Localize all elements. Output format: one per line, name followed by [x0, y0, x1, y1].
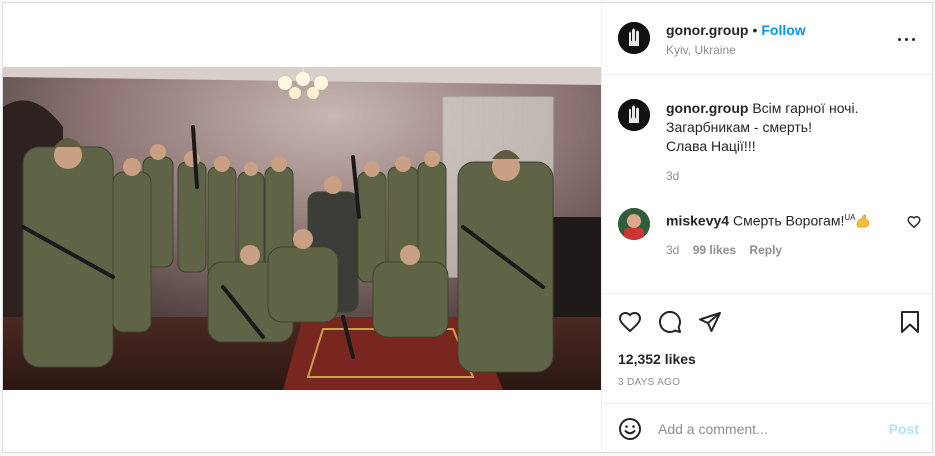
bookmark-icon[interactable]: [898, 310, 922, 334]
comment-item: miskevy4 Смерть Ворогам!UA: [666, 208, 896, 231]
more-options-icon[interactable]: [895, 31, 919, 47]
author-username[interactable]: gonor.group: [666, 22, 748, 38]
caption-username[interactable]: gonor.group: [666, 100, 748, 116]
comment-meta-row: 3d 99 likes Reply: [666, 243, 782, 257]
author-avatar[interactable]: [618, 22, 650, 54]
post-comment-button[interactable]: Post: [889, 421, 919, 437]
action-bar: 12,352 likes 3 DAYS AGO: [602, 293, 933, 403]
commenter-photo-icon: [618, 208, 650, 240]
commenter-avatar[interactable]: [618, 208, 650, 240]
reply-button[interactable]: Reply: [749, 243, 782, 257]
comment-bubble-icon[interactable]: [658, 310, 682, 334]
ua-flag-icon: UA: [844, 213, 856, 222]
follow-button[interactable]: Follow: [761, 22, 805, 38]
flexed-biceps-icon: [855, 213, 871, 229]
caption-line-2: Загарбникам - смерть!: [666, 119, 812, 135]
comments-section: gonor.group Всім гарної ночі. Загарбника…: [602, 75, 933, 293]
header-title-row: gonor.group • Follow: [666, 22, 806, 40]
paper-plane-icon[interactable]: [698, 310, 722, 334]
hand-logo-icon: [618, 99, 650, 131]
soldiers-group-photo: [3, 67, 601, 390]
comment-likes[interactable]: 99 likes: [693, 243, 736, 257]
post-date[interactable]: 3 DAYS AGO: [618, 377, 680, 388]
comment-time[interactable]: 3d: [666, 243, 679, 257]
comment-text: Смерть Ворогам!: [732, 212, 845, 229]
add-comment-input[interactable]: [658, 419, 878, 439]
post-header: gonor.group • Follow Kyiv, Ukraine: [602, 3, 933, 75]
comment-username[interactable]: miskevy4: [666, 213, 729, 229]
caption-line-3: Слава Нації!!!: [666, 138, 756, 154]
caption-author-avatar[interactable]: [618, 99, 650, 131]
likes-count[interactable]: 12,352 likes: [618, 351, 696, 367]
post-card: gonor.group • Follow Kyiv, Ukraine gonor.g…: [2, 2, 933, 453]
caption: gonor.group Всім гарної ночі. Загарбника…: [666, 99, 916, 156]
heart-icon[interactable]: [618, 310, 642, 334]
smiley-icon[interactable]: [618, 417, 642, 441]
hand-logo-icon: [618, 22, 650, 54]
separator-dot: •: [752, 22, 758, 38]
caption-time[interactable]: 3d: [666, 169, 679, 183]
comment-like-heart-icon[interactable]: [907, 215, 921, 229]
post-sidebar: gonor.group • Follow Kyiv, Ukraine gonor.g…: [601, 3, 933, 452]
soldiers: [22, 146, 554, 373]
post-photo[interactable]: [3, 67, 601, 390]
post-location[interactable]: Kyiv, Ukraine: [666, 43, 736, 57]
caption-line-1: Всім гарної ночі.: [752, 100, 859, 116]
post-media: [3, 3, 601, 452]
add-comment-bar: Post: [602, 403, 933, 452]
